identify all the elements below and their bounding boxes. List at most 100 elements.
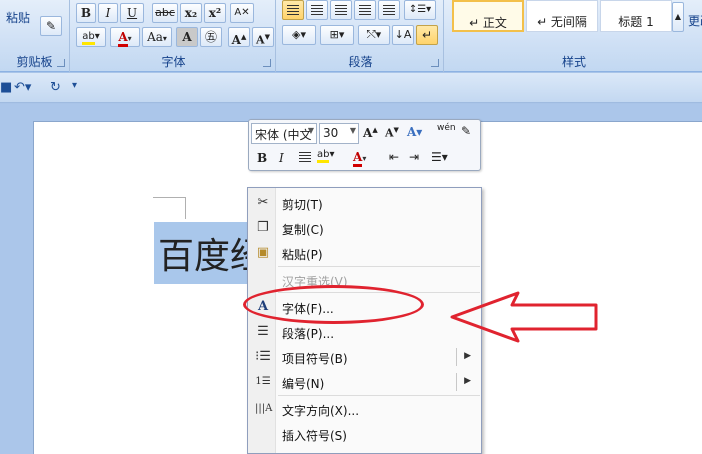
align-left-icon	[287, 5, 299, 15]
text-effects-button[interactable]: A▾	[407, 125, 422, 139]
align-center-button[interactable]	[306, 0, 328, 20]
increase-indent-icon[interactable]: ⇥	[409, 150, 419, 164]
clipboard-group: 粘贴 ✎ 剪贴板	[0, 0, 70, 72]
phonetic-guide-icon[interactable]: wén	[437, 123, 456, 133]
font-size-combo[interactable]: 30 ▼	[319, 123, 359, 144]
style-no-spacing[interactable]: ↵ 无间隔	[526, 0, 598, 32]
underline-button[interactable]: U	[120, 3, 144, 23]
paint-bucket-icon: ◈▾	[292, 28, 306, 41]
superscript-button[interactable]: x²	[204, 3, 226, 23]
align-left-button[interactable]	[282, 0, 304, 20]
menu-item-paragraph[interactable]: ☰ 段落(P)...	[248, 320, 481, 344]
shrink-font-button[interactable]: A▼	[385, 125, 399, 140]
menu-item-paste[interactable]: ▣ 粘贴(P)	[248, 241, 481, 265]
strikethrough-button[interactable]: abc	[152, 3, 178, 23]
grow-font-button[interactable]: A▲	[228, 27, 250, 47]
line-spacing-button[interactable]: ↕☰▾	[404, 0, 436, 20]
scroll-up-icon: ▲	[674, 12, 682, 21]
menu-separator	[278, 395, 480, 396]
change-case-button[interactable]: Aa▾	[142, 27, 172, 47]
justify-button[interactable]	[354, 0, 376, 20]
borders-icon: ⊞▾	[329, 28, 345, 41]
change-styles-label[interactable]: 更改	[688, 12, 702, 29]
distribute-button[interactable]	[378, 0, 400, 20]
paste-button[interactable]: 粘贴	[0, 4, 36, 38]
styles-group-label: 样式	[561, 55, 586, 69]
menu-item-label: 剪切(T)	[282, 198, 323, 212]
style-normal[interactable]: ↵ 正文	[452, 0, 524, 32]
decrease-indent-icon[interactable]: ⇤	[389, 150, 399, 164]
menu-item-bullets[interactable]: ⁝☰ 项目符号(B) ▶	[248, 345, 481, 369]
menu-item-label: 项目符号(B)	[282, 352, 348, 366]
margin-marker	[185, 197, 186, 219]
chevron-down-icon: ▼	[349, 126, 356, 135]
menu-separator	[278, 266, 480, 267]
eraser-icon: A✕	[234, 7, 250, 18]
submenu-arrow-icon: ▶	[464, 376, 471, 386]
shading-button[interactable]: ◈▾	[282, 25, 316, 45]
justify-icon	[359, 5, 371, 15]
chevron-down-icon: ▼	[307, 126, 314, 135]
paragraph-icon: ☰	[257, 324, 269, 339]
styles-scroll-button[interactable]: ▲	[672, 2, 684, 32]
change-case-label: Aa	[147, 30, 163, 44]
styles-group: ↵ 正文 ↵ 无间隔 标题 1 ▲ 更改 样式	[446, 0, 702, 72]
show-marks-button[interactable]: ↵	[416, 25, 438, 45]
sort-icon: ↓A	[394, 28, 412, 41]
grow-font-label: A	[231, 33, 241, 47]
italic-button[interactable]: I	[279, 151, 284, 165]
undo-icon[interactable]: ↶▾	[14, 80, 31, 95]
bullets-icon[interactable]: ☰▾	[431, 150, 448, 164]
menu-item-cut[interactable]: ✂ 剪切(T)	[248, 191, 481, 215]
highlight-button[interactable]: ab▾	[76, 27, 106, 47]
borders-button[interactable]: ⊞▾	[320, 25, 354, 45]
font-color-button[interactable]: A▾	[110, 27, 140, 47]
menu-item-copy[interactable]: ❐ 复制(C)	[248, 216, 481, 240]
character-shading-button[interactable]: A	[176, 27, 198, 47]
submenu-divider	[456, 348, 457, 366]
font-color-button[interactable]: A▾	[353, 150, 366, 167]
text-direction-icon: |||A	[255, 403, 273, 414]
menu-item-label: 粘贴(P)	[282, 248, 323, 262]
paragraph-launcher-icon[interactable]	[431, 59, 439, 67]
format-painter-icon[interactable]: ✎	[461, 124, 471, 138]
clipboard-launcher-icon[interactable]	[57, 59, 65, 67]
font-name-combo[interactable]: 宋体 (中文 ▼	[251, 123, 317, 144]
customize-qat-icon[interactable]: ▾	[72, 80, 77, 91]
menu-item-numbering[interactable]: 1☰ 编号(N) ▶	[248, 370, 481, 394]
subscript-button[interactable]: x₂	[180, 3, 202, 23]
center-align-icon[interactable]	[299, 152, 311, 162]
copy-icon: ❐	[257, 220, 269, 235]
margin-marker	[153, 197, 185, 198]
highlighter-icon: ab	[317, 149, 330, 163]
menu-item-insert-symbol[interactable]: 插入符号(S)	[248, 422, 481, 446]
align-right-button[interactable]	[330, 0, 352, 20]
clear-format-button[interactable]: A✕	[230, 3, 254, 23]
menu-item-label: 复制(C)	[282, 223, 324, 237]
sort-button[interactable]: ↓A	[392, 25, 414, 45]
submenu-arrow-icon: ▶	[464, 351, 471, 361]
menu-item-text-direction[interactable]: |||A 文字方向(X)...	[248, 397, 481, 421]
enclose-character-button[interactable]: ㊄	[200, 27, 222, 47]
format-painter-button[interactable]: ✎	[40, 16, 62, 36]
bold-button[interactable]: B	[76, 3, 96, 23]
highlighter-icon: ab	[82, 31, 95, 45]
scissors-icon: ✂	[257, 195, 269, 210]
asian-layout-button[interactable]: ⤲▾	[358, 25, 390, 45]
align-right-icon	[335, 5, 347, 15]
font-launcher-icon[interactable]	[263, 59, 271, 67]
line-spacing-icon: ↕☰▾	[408, 4, 432, 15]
italic-button[interactable]: I	[98, 3, 118, 23]
quick-access-toolbar: ■ ↶▾ ↻ ▾	[0, 73, 702, 103]
grow-font-button[interactable]: A▲	[363, 125, 378, 140]
enclose-character-icon: ㊄	[204, 30, 217, 44]
bullets-icon: ⁝☰	[255, 349, 271, 364]
bold-button[interactable]: B	[257, 151, 267, 165]
font-color-letter: A	[353, 150, 363, 167]
paragraph-group-label: 段落	[348, 55, 373, 69]
style-heading-1[interactable]: 标题 1	[600, 0, 672, 32]
shrink-font-button[interactable]: A▼	[252, 27, 274, 47]
save-icon[interactable]: ■	[0, 80, 12, 95]
redo-icon[interactable]: ↻	[50, 80, 61, 95]
highlight-button[interactable]: ab▾	[317, 149, 335, 163]
